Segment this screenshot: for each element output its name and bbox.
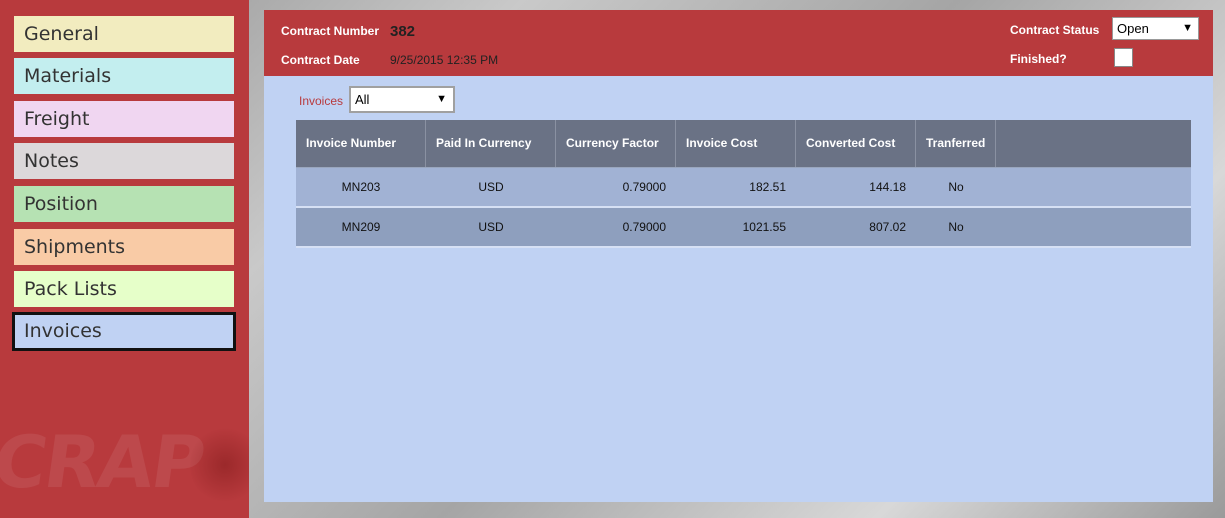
contract-status-label: Contract Status <box>1010 23 1100 37</box>
table-row[interactable]: MN209 USD 0.79000 1021.55 807.02 No <box>296 208 1191 248</box>
invoices-filter-label: Invoices <box>299 94 344 108</box>
cell-invoice-number: MN209 <box>341 220 381 234</box>
contract-status-value: Open <box>1117 21 1149 36</box>
invoices-panel: Contract Number 382 Contract Date 9/25/2… <box>264 10 1213 502</box>
cell-paid-in-currency: USD <box>478 180 504 194</box>
finished-label: Finished? <box>1010 52 1067 66</box>
contract-date-value: 9/25/2015 12:35 PM <box>390 53 499 67</box>
cell-invoice-cost: 1021.55 <box>742 220 786 234</box>
cell-currency-factor: 0.79000 <box>622 180 666 194</box>
column-header-converted-cost[interactable]: Converted Cost <box>796 120 916 167</box>
column-header-paid-in-currency[interactable]: Paid In Currency <box>426 120 556 167</box>
grid-header: Invoice Number Paid In Currency Currency… <box>296 120 1191 168</box>
cell-invoice-number: MN203 <box>341 180 381 194</box>
invoices-filter-value: All <box>355 92 370 107</box>
nav-notes[interactable]: Notes <box>14 143 234 179</box>
nav-freight[interactable]: Freight <box>14 101 234 137</box>
contract-number-label: Contract Number <box>281 24 380 38</box>
cell-currency-factor: 0.79000 <box>622 220 666 234</box>
finished-checkbox[interactable] <box>1114 48 1133 67</box>
column-header-filler <box>996 120 1191 167</box>
table-row[interactable]: MN203 USD 0.79000 182.51 144.18 No <box>296 168 1191 208</box>
nav-materials[interactable]: Materials <box>14 58 234 94</box>
cell-tranferred: No <box>948 220 964 234</box>
watermark-logo: CRAP <box>0 420 209 504</box>
contract-status-select[interactable]: Open ▼ <box>1112 17 1199 40</box>
column-header-invoice-cost[interactable]: Invoice Cost <box>676 120 796 167</box>
contract-date-label: Contract Date <box>281 53 360 67</box>
nav-invoices[interactable]: Invoices <box>12 312 236 351</box>
column-header-invoice-number[interactable]: Invoice Number <box>296 120 426 167</box>
invoices-grid: Invoice Number Paid In Currency Currency… <box>296 120 1191 248</box>
column-header-currency-factor[interactable]: Currency Factor <box>556 120 676 167</box>
invoices-filter-select[interactable]: All ▼ <box>349 86 455 113</box>
nav-general[interactable]: General <box>14 16 234 52</box>
column-header-tranferred[interactable]: Tranferred <box>916 120 996 167</box>
cell-invoice-cost: 182.51 <box>749 180 786 194</box>
sidebar: CRAP General Materials Freight Notes Pos… <box>0 0 249 518</box>
cell-converted-cost: 144.18 <box>869 180 906 194</box>
contract-header: Contract Number 382 Contract Date 9/25/2… <box>264 10 1213 76</box>
cell-paid-in-currency: USD <box>478 220 504 234</box>
contract-number-value: 382 <box>390 23 416 40</box>
emblem-logo <box>190 425 249 505</box>
chevron-down-icon: ▼ <box>436 93 447 105</box>
nav-pack-lists[interactable]: Pack Lists <box>14 271 234 307</box>
nav-position[interactable]: Position <box>14 186 234 222</box>
chevron-down-icon: ▼ <box>1182 22 1193 34</box>
cell-converted-cost: 807.02 <box>869 220 906 234</box>
cell-tranferred: No <box>948 180 964 194</box>
nav-shipments[interactable]: Shipments <box>14 229 234 265</box>
